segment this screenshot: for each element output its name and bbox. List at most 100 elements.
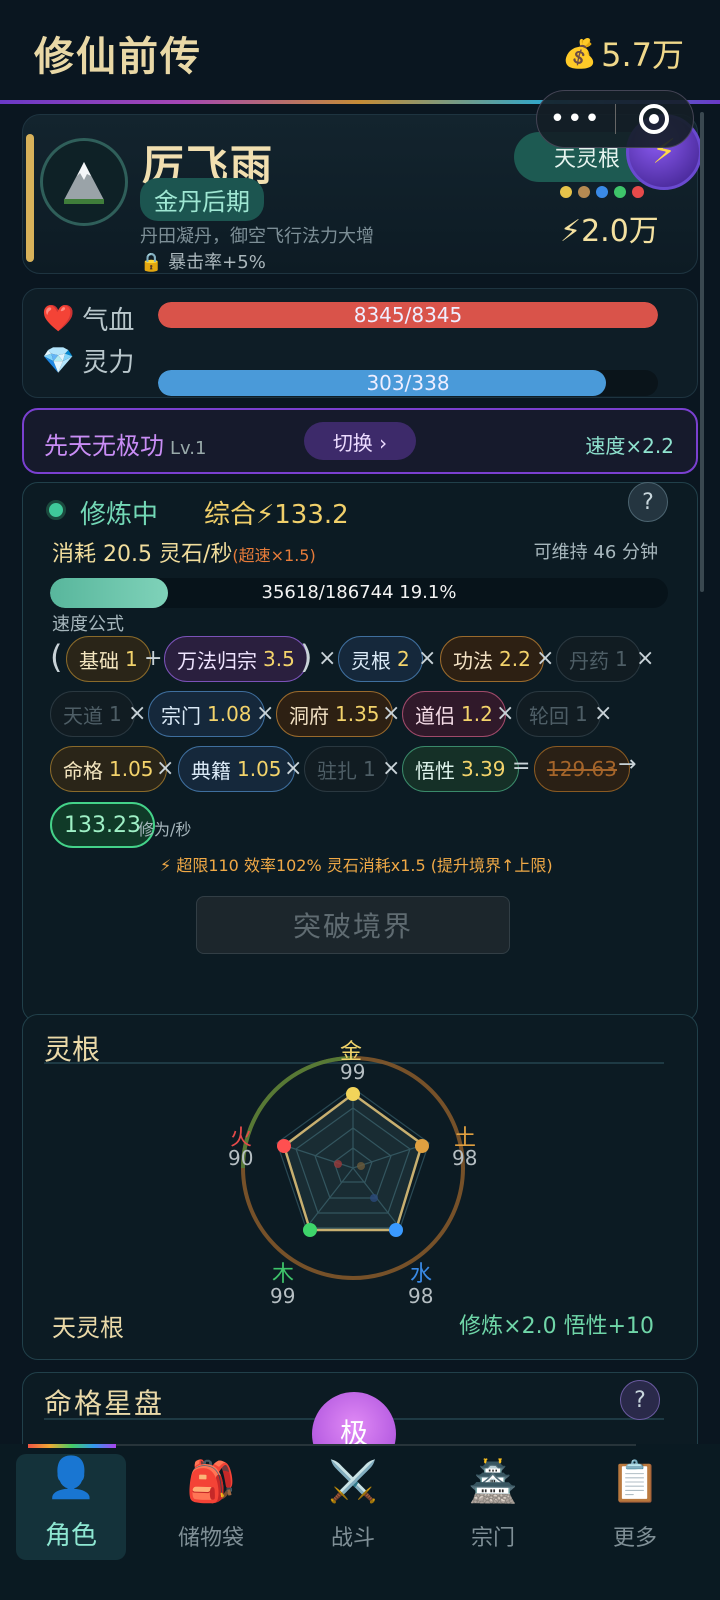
crossed-swords-icon: ⚔️ xyxy=(328,1459,378,1505)
status-indicator xyxy=(46,500,66,520)
overspeed-label: (超速×1.5) xyxy=(232,546,316,565)
element-dot xyxy=(614,186,626,198)
overlimit-note: ⚡ 超限110 效率102% 灵石消耗x1.5 (提升境界↑上限) xyxy=(160,856,553,875)
money-bag-icon: 💰 xyxy=(562,36,598,70)
chip-sect[interactable]: 宗门 1.08 xyxy=(148,691,265,737)
maintain-time: 可维持 46 分钟 xyxy=(533,542,658,563)
op-plus: + xyxy=(144,646,163,671)
diamond-icon: 💎 xyxy=(42,345,75,376)
avatar[interactable] xyxy=(40,138,128,226)
close-paren: ) xyxy=(300,638,313,676)
chip-technique[interactable]: 功法 2.2 xyxy=(440,636,544,682)
element-dots xyxy=(560,186,644,198)
cultivation-status: 修炼中 xyxy=(80,500,159,530)
chip-fate[interactable]: 命格 1.05 xyxy=(50,746,167,792)
hp-label: 气血 xyxy=(82,306,135,336)
tab-inventory[interactable]: 🎒 储物袋 xyxy=(156,1454,266,1560)
op-times: × xyxy=(284,756,303,781)
mp-label: 灵力 xyxy=(82,348,135,378)
result-unit: 修为/秒 xyxy=(138,820,192,839)
spirit-root-bonus: 修炼×2.0 悟性+10 xyxy=(459,1314,654,1339)
tab-more[interactable]: 📋 更多 xyxy=(580,1454,690,1560)
element-dot xyxy=(560,186,572,198)
chip-spirit-root[interactable]: 灵根 2 xyxy=(338,636,423,682)
scrollbar[interactable] xyxy=(700,112,704,592)
cultivation-total: 综合⚡133.2 xyxy=(204,500,349,530)
chip-cave[interactable]: 洞府 1.35 xyxy=(276,691,393,737)
backpack-icon: 🎒 xyxy=(186,1459,236,1505)
op-equals: = xyxy=(512,754,531,779)
element-value-wood: 99 xyxy=(270,1284,296,1308)
app-title: 修仙前传 xyxy=(34,34,202,80)
technique-level: Lv.1 xyxy=(170,438,207,459)
old-result: 129.63 xyxy=(534,746,630,792)
combat-power: ⚡2.0万 xyxy=(560,214,659,249)
mp-row: 💎 灵力 xyxy=(42,342,134,379)
op-times: × xyxy=(382,701,401,726)
tab-indicator xyxy=(28,1444,116,1448)
op-times: × xyxy=(128,701,147,726)
op-times: × xyxy=(156,756,175,781)
element-value-metal: 99 xyxy=(340,1060,366,1084)
chip-insight[interactable]: 悟性 3.39 xyxy=(402,746,519,792)
op-times: × xyxy=(418,646,437,671)
more-menu-button[interactable]: ••• xyxy=(537,104,615,134)
open-paren: ( xyxy=(50,638,63,676)
element-value-water: 98 xyxy=(408,1284,434,1308)
help-button[interactable]: ? xyxy=(628,482,668,522)
person-icon: 👤 xyxy=(46,1455,96,1501)
tab-divider xyxy=(116,1444,636,1446)
tab-sect[interactable]: 🏯 宗门 xyxy=(438,1454,548,1560)
realm-description: 丹田凝丹，御空飞行法力大增 xyxy=(140,226,374,247)
clipboard-icon: 📋 xyxy=(610,1459,660,1505)
crit-rate: 🔒 暴击率+5% xyxy=(140,252,266,273)
stone-consumption: 消耗 20.5 灵石/秒(超速×1.5) xyxy=(52,542,316,567)
hp-bar: 8345/8345 xyxy=(158,302,658,328)
breakthrough-button[interactable]: 突破境界 xyxy=(196,896,510,954)
chip-station[interactable]: 驻扎 1 xyxy=(304,746,389,792)
op-times: × xyxy=(382,756,401,781)
money-value: 5.7万 xyxy=(601,36,684,74)
mp-value: 303/338 xyxy=(366,371,450,395)
chip-base[interactable]: 基础 1 xyxy=(66,636,151,682)
chip-partner[interactable]: 道侣 1.2 xyxy=(402,691,506,737)
miniprogram-capsule: ••• xyxy=(536,90,694,148)
op-times: × xyxy=(496,701,515,726)
character-accent-bar xyxy=(26,134,34,262)
target-icon xyxy=(639,104,670,134)
arrow-icon: → xyxy=(618,752,637,777)
element-dot xyxy=(632,186,644,198)
chip-scripture[interactable]: 典籍 1.05 xyxy=(178,746,295,792)
op-times: × xyxy=(318,646,337,671)
chip-wanfa[interactable]: 万法归宗 3.5 xyxy=(164,636,308,682)
op-times: × xyxy=(536,646,555,671)
element-dot xyxy=(578,186,590,198)
technique-name: 先天无极功 Lv.1 xyxy=(44,432,207,460)
op-times: × xyxy=(594,701,613,726)
chip-reincarnation[interactable]: 轮回 1 xyxy=(516,691,601,737)
hp-row: ❤️ 气血 xyxy=(42,300,134,337)
tab-battle[interactable]: ⚔️ 战斗 xyxy=(298,1454,408,1560)
op-times: × xyxy=(256,701,275,726)
lock-icon: 🔒 xyxy=(140,252,163,273)
currency-display: 💰 5.7万 xyxy=(562,30,684,76)
tab-character[interactable]: 👤 角色 xyxy=(16,1454,126,1560)
pagoda-icon: 🏯 xyxy=(468,1459,518,1505)
formula-label: 速度公式 xyxy=(52,614,124,635)
op-times: × xyxy=(636,646,655,671)
switch-technique-button[interactable]: 切换 › xyxy=(304,422,416,460)
fate-help-button[interactable]: ? xyxy=(620,1380,660,1420)
element-value-earth: 98 xyxy=(452,1146,478,1170)
chip-heaven[interactable]: 天道 1 xyxy=(50,691,135,737)
close-miniprogram-button[interactable] xyxy=(616,104,694,134)
cultivation-progress-text: 35618/186744 19.1% xyxy=(261,582,457,603)
fate-title: 命格星盘 xyxy=(44,1387,165,1420)
chip-pill[interactable]: 丹药 1 xyxy=(556,636,641,682)
element-dot xyxy=(596,186,608,198)
element-value-fire: 90 xyxy=(228,1146,254,1170)
heart-icon: ❤️ xyxy=(42,303,75,334)
hp-value: 8345/8345 xyxy=(353,303,463,327)
technique-speed: 速度×2.2 xyxy=(585,434,674,458)
realm-badge: 金丹后期 xyxy=(140,178,264,221)
spirit-root-type: 天灵根 xyxy=(52,1314,124,1342)
